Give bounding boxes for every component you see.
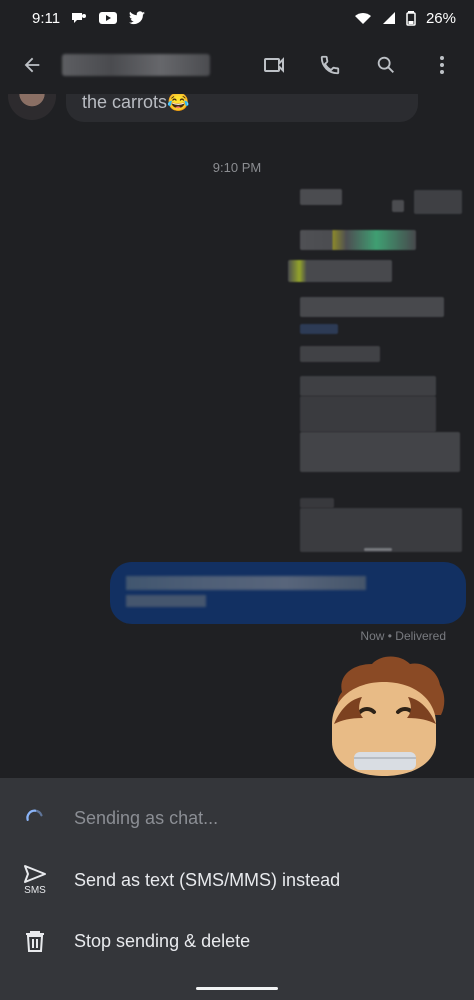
- messenger-icon: [70, 11, 88, 25]
- twitter-icon: [128, 11, 146, 25]
- sending-status-label: Sending as chat...: [74, 807, 219, 828]
- battery-level: 26%: [425, 9, 456, 27]
- status-time: 9:11: [32, 9, 61, 27]
- outgoing-message-text-line-2: [126, 595, 206, 607]
- signal-icon: [382, 11, 396, 25]
- outgoing-message-text: [126, 576, 366, 590]
- loading-spinner-icon: [0, 807, 70, 829]
- stop-sending-delete-button[interactable]: Stop sending & delete: [0, 911, 474, 971]
- stop-sending-delete-label: Stop sending & delete: [74, 930, 251, 951]
- video-call-icon[interactable]: [252, 43, 296, 87]
- send-as-text-label: Send as text (SMS/MMS) instead: [74, 869, 341, 890]
- send-as-text-button[interactable]: SMS Send as text (SMS/MMS) instead: [0, 850, 474, 910]
- send-icon: SMS: [0, 864, 70, 896]
- character-sticker[interactable]: [318, 654, 450, 776]
- send-options-sheet: Sending as chat... SMS Send as text (SMS…: [0, 778, 474, 1000]
- app-bar: [0, 36, 474, 94]
- search-icon[interactable]: [364, 43, 408, 87]
- sms-label: SMS: [24, 885, 46, 896]
- youtube-icon: [98, 11, 118, 25]
- more-vert-icon[interactable]: [420, 43, 464, 87]
- sending-status-item: Sending as chat...: [0, 788, 474, 848]
- wifi-icon: [354, 11, 372, 25]
- trash-icon: [0, 930, 70, 952]
- home-indicator: [196, 987, 278, 990]
- avatar[interactable]: [8, 94, 56, 120]
- battery-icon: [406, 10, 416, 26]
- message-timestamp: 9:10 PM: [212, 160, 262, 175]
- status-bar: 9:11 26%: [0, 0, 474, 36]
- delivery-status: Now • Delivered: [360, 629, 446, 643]
- conversation[interactable]: the carrots😂 9:10 PM Now • Delivered: [0, 94, 474, 778]
- phone-icon[interactable]: [308, 43, 352, 87]
- incoming-message-text: the carrots😂: [82, 94, 190, 112]
- back-arrow-icon[interactable]: [10, 43, 54, 87]
- conversation-title: [62, 54, 210, 76]
- outgoing-message-bubble[interactable]: [110, 562, 466, 624]
